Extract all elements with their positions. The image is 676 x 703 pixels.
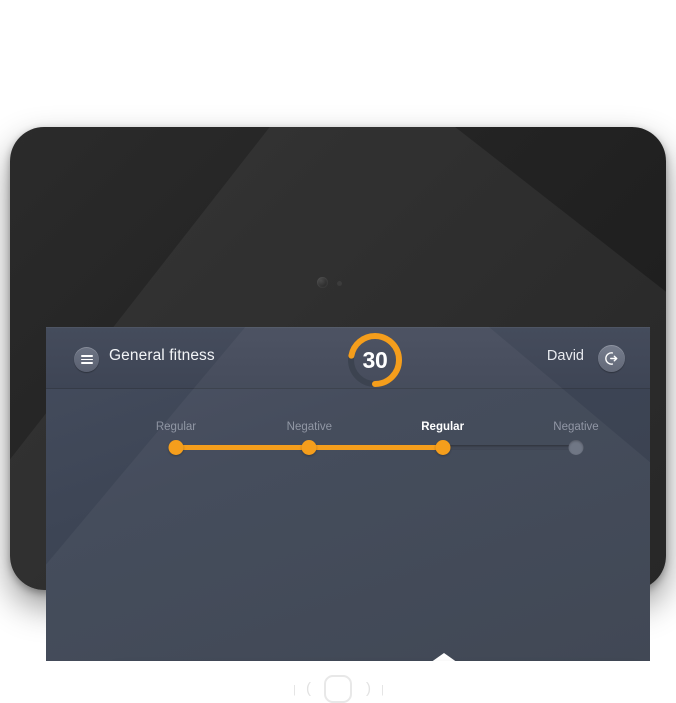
hamburger-icon — [80, 353, 93, 367]
user-name: David — [546, 348, 584, 364]
slider-label-3: Negative — [553, 421, 599, 433]
slider-dot-1[interactable] — [301, 440, 317, 455]
app-header: General fitness 30 David — [46, 327, 650, 389]
progress-gauge: 30 — [344, 329, 406, 391]
slider-label-1: Negative — [286, 421, 333, 433]
home-button[interactable] — [324, 675, 352, 703]
card-pointer-notch — [427, 653, 461, 661]
page-title: General fitness — [109, 347, 215, 364]
home-tick-right: | — [381, 684, 384, 696]
gauge-value: 30 — [362, 346, 388, 373]
slider-dot-0[interactable] — [168, 440, 184, 455]
workout-progress-slider[interactable]: Regular Negative Regular Negative — [46, 421, 650, 465]
logout-button[interactable] — [598, 345, 625, 372]
home-deco-right: ) — [366, 680, 371, 697]
slider-label-2: Regular — [421, 421, 465, 433]
hamburger-menu-button[interactable] — [74, 347, 99, 372]
home-tick-left: | — [293, 684, 296, 696]
slider-dot-2[interactable] — [435, 440, 451, 455]
logout-icon — [605, 352, 618, 365]
slider-label-0: Regular — [155, 421, 197, 433]
camera-sensor-icon — [337, 281, 342, 286]
tablet-device: General fitness 30 David RegularNegativ — [10, 127, 666, 703]
tablet-screen: General fitness 30 David RegularNegativ — [46, 327, 650, 661]
camera-lens-icon — [317, 277, 328, 288]
home-deco-left: ( — [306, 680, 311, 697]
slider-dot-3[interactable] — [568, 440, 584, 455]
